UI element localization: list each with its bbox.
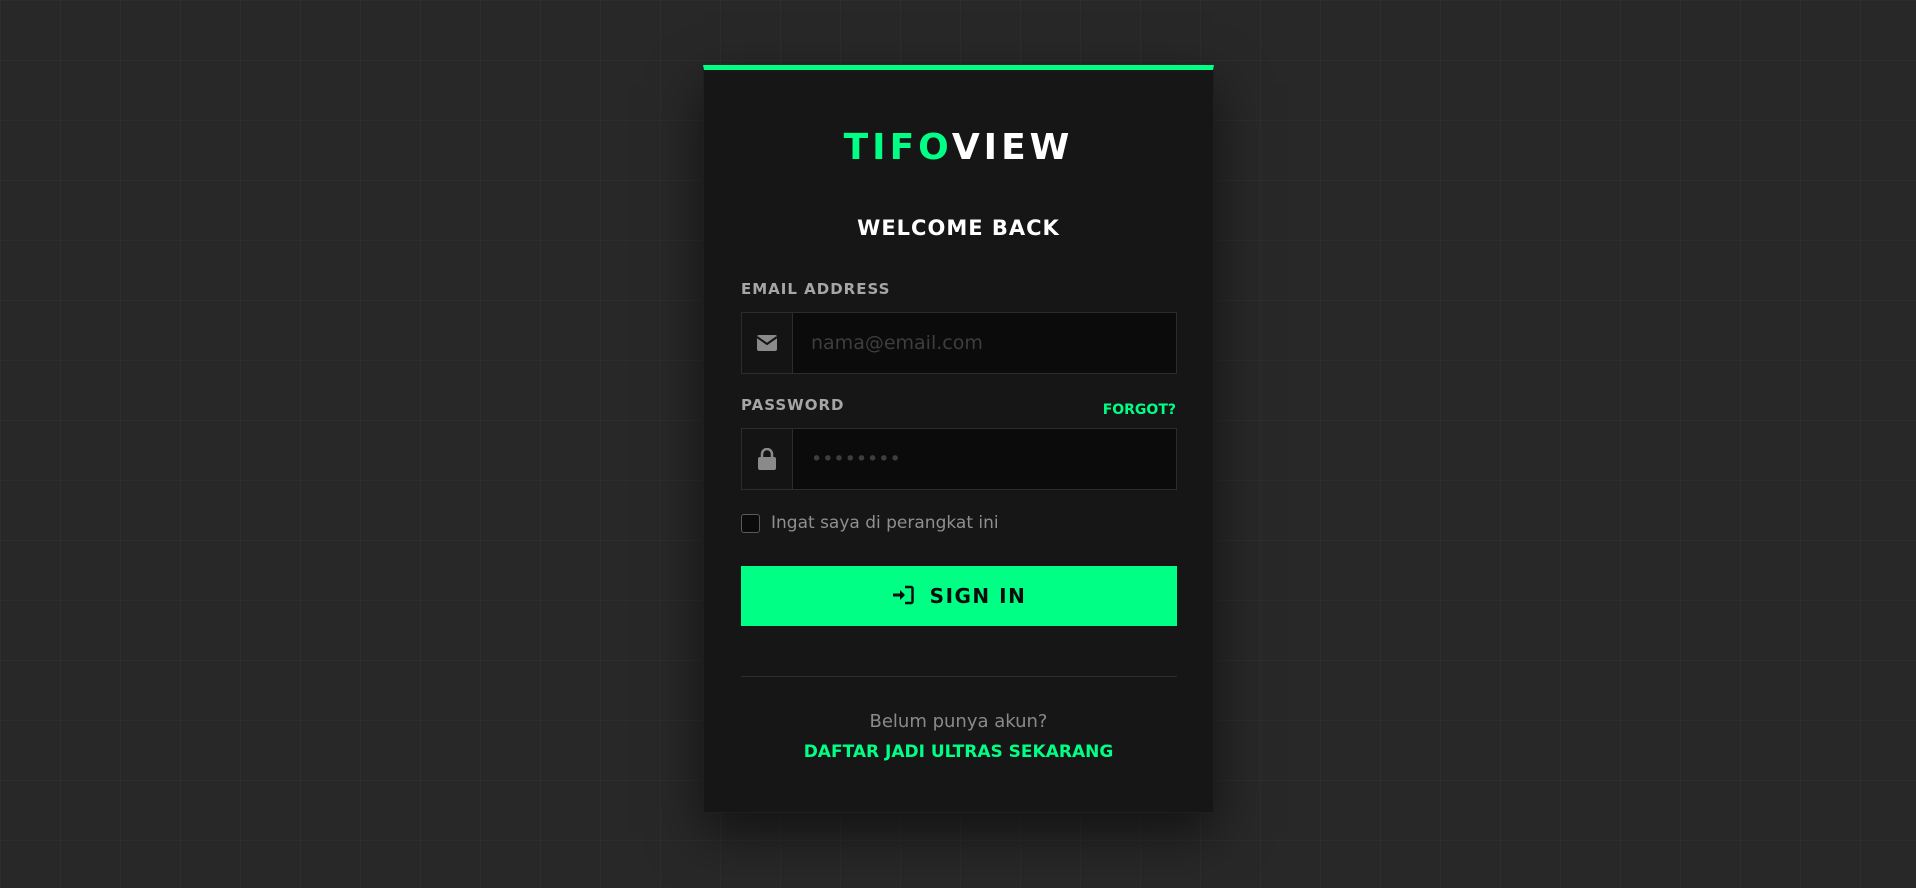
password-field-wrapper (741, 428, 1177, 490)
login-card: TIFOVIEW WELCOME BACK EMAIL ADDRESS PASS… (703, 65, 1214, 813)
email-input[interactable] (793, 313, 1176, 373)
lock-icon (742, 429, 793, 489)
forgot-password-link[interactable]: FORGOT? (1103, 402, 1176, 418)
password-input[interactable] (793, 429, 1176, 489)
brand-logo: TIFOVIEW (704, 127, 1213, 168)
brand-logo-part1: TIFO (843, 127, 952, 168)
register-link[interactable]: DAFTAR JADI ULTRAS SEKARANG (704, 742, 1213, 762)
remember-me-label: Ingat saya di perangkat ini (771, 513, 999, 533)
sign-in-icon (892, 585, 914, 608)
no-account-text: Belum punya akun? (869, 711, 1048, 732)
remember-me-row: Ingat saya di perangkat ini (741, 513, 999, 533)
page-title: WELCOME BACK (857, 216, 1060, 240)
envelope-icon (742, 313, 793, 373)
sign-in-button[interactable]: SIGN IN (741, 566, 1177, 626)
email-field-wrapper (741, 312, 1177, 374)
password-label: PASSWORD (741, 396, 845, 414)
divider (741, 676, 1177, 677)
email-label: EMAIL ADDRESS (741, 280, 891, 298)
brand-logo-part2: VIEW (951, 127, 1074, 168)
remember-me-checkbox[interactable] (741, 513, 760, 533)
sign-in-label: SIGN IN (929, 584, 1027, 608)
